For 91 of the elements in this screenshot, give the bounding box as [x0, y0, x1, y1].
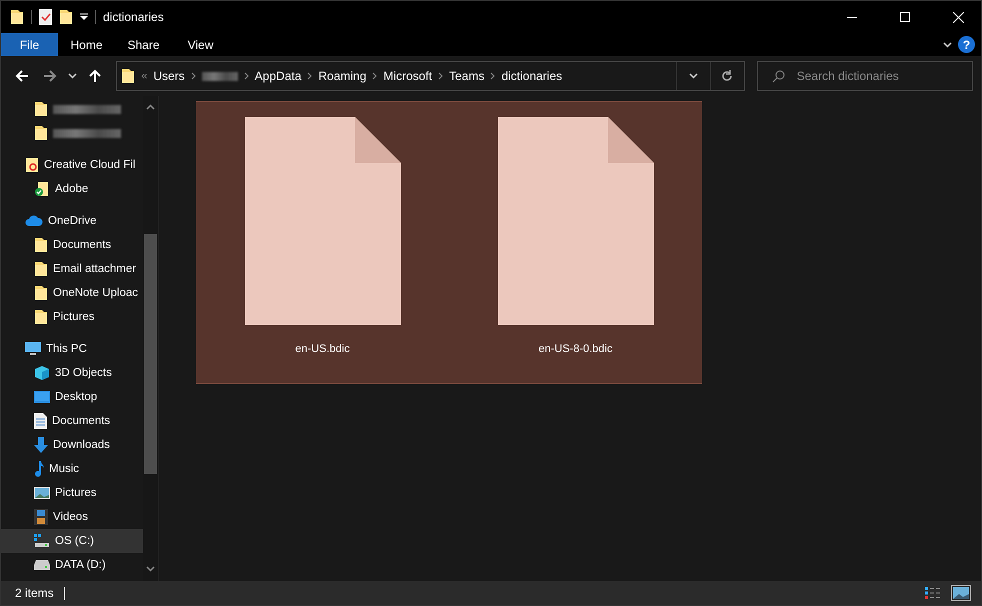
nav-pane-item[interactable]: OS (C:) [1, 529, 143, 553]
breadcrumb[interactable]: Users [153, 69, 185, 83]
blurred-crumb [202, 72, 238, 80]
chevron-down-icon [688, 73, 698, 79]
system-drive-icon [34, 534, 50, 548]
search-field[interactable]: Search dictionaries [794, 68, 965, 84]
ribbon-tab[interactable]: View [172, 33, 229, 56]
nav-pane-item[interactable]: Adobe [1, 177, 143, 201]
file-icon [498, 117, 654, 325]
film-icon [34, 509, 48, 525]
separator-icon [244, 72, 249, 80]
minimize-icon [847, 16, 857, 18]
file-name: en-US-8-0.bdic [538, 343, 612, 355]
blurred-label [53, 104, 121, 114]
breadcrumb[interactable]: Microsoft [383, 69, 432, 83]
help-button[interactable]: ? [958, 36, 975, 53]
separator-icon [372, 72, 378, 80]
desktop-icon [34, 391, 50, 403]
file-tile[interactable]: en-US-8-0.bdic [449, 101, 702, 384]
nav-pane-item[interactable]: 3D Objects [1, 361, 143, 385]
search-box[interactable]: Search dictionaries [756, 61, 974, 91]
refresh-icon [721, 70, 734, 82]
separator-icon [307, 72, 312, 80]
list-icon [925, 587, 941, 599]
dropdown-icon[interactable] [80, 13, 88, 21]
nav-pane-item[interactable]: Pictures [1, 305, 143, 329]
expand-ribbon-icon [943, 42, 952, 48]
item-count: 2 items [15, 586, 54, 600]
back-arrow-icon [14, 69, 29, 83]
scroll-down-icon [146, 566, 155, 572]
folder-icon [34, 309, 48, 325]
cloud-folder-icon [25, 157, 39, 173]
nav-pane-item[interactable]: This PC [1, 337, 143, 361]
nav-pane-item[interactable]: Desktop [1, 385, 143, 409]
nav-pane-item[interactable]: Pictures [1, 481, 143, 505]
separator-icon [438, 72, 444, 80]
monitor-icon [25, 342, 41, 356]
cube-icon [34, 365, 50, 381]
details-view-button[interactable] [923, 585, 943, 601]
file-name: en-US.bdic [295, 343, 350, 355]
scroll-up-icon [146, 104, 155, 110]
breadcrumb[interactable]: dictionaries [501, 69, 562, 83]
folder-icon [34, 125, 48, 141]
nav-pane-item[interactable]: Documents [1, 233, 143, 257]
chevron-down-icon [68, 73, 77, 79]
folder-icon [34, 261, 48, 277]
search-icon [772, 70, 785, 82]
breadcrumb[interactable]: AppData [254, 69, 302, 83]
download-icon [34, 437, 48, 453]
forward-arrow-icon [42, 69, 57, 83]
music-note-icon [34, 461, 44, 477]
cloud-icon [25, 215, 43, 227]
ribbon-tab[interactable]: Share [115, 33, 172, 56]
nav-pane-item[interactable]: Downloads [1, 433, 143, 457]
file-icon [244, 117, 400, 325]
folder-icon [121, 68, 136, 84]
window-title: dictionaries [103, 10, 165, 24]
nav-pane-item[interactable]: Music [1, 457, 143, 481]
picture-icon [34, 487, 50, 499]
file-tile[interactable]: en-US.bdic [196, 101, 449, 384]
nav-pane-item[interactable]: DATA (D:) [1, 553, 143, 577]
separator-icon [490, 72, 496, 80]
overflow-chevron[interactable]: « [141, 70, 148, 82]
ribbon-tab[interactable]: File [1, 33, 58, 56]
nav-pane-item[interactable]: OneDrive [1, 209, 143, 233]
nav-pane-item[interactable]: Documents [1, 409, 143, 433]
up-arrow-icon [88, 69, 102, 83]
separator-icon [190, 72, 196, 80]
close-icon [952, 12, 964, 22]
document-icon [34, 413, 47, 429]
ribbon-tab[interactable]: Home [58, 33, 115, 56]
maximize-icon [900, 12, 910, 22]
breadcrumb[interactable]: Roaming [318, 69, 366, 83]
scrollbar-thumb[interactable] [144, 234, 157, 474]
address-bar[interactable]: « Users AppData Roaming Microsoft Teams dictionaries [116, 61, 745, 91]
picture-icon [953, 587, 969, 599]
nav-pane-item[interactable]: Email attachmer [1, 257, 143, 281]
properties-icon[interactable] [39, 9, 52, 25]
synced-folder-icon [34, 181, 50, 197]
drive-icon [34, 560, 50, 570]
nav-pane-item[interactable]: Videos [1, 505, 143, 529]
nav-pane-item[interactable]: OneNote Uploac [1, 281, 143, 305]
blurred-label [53, 128, 121, 138]
breadcrumb[interactable]: Teams [449, 69, 484, 83]
folder-icon [10, 9, 24, 25]
nav-pane-item[interactable]: Creative Cloud Fil [1, 153, 143, 177]
folder-icon [34, 285, 48, 301]
folder-icon [34, 101, 48, 117]
large-icons-view-button[interactable] [951, 585, 971, 601]
new-folder-icon [59, 9, 73, 25]
folder-icon [34, 237, 48, 253]
